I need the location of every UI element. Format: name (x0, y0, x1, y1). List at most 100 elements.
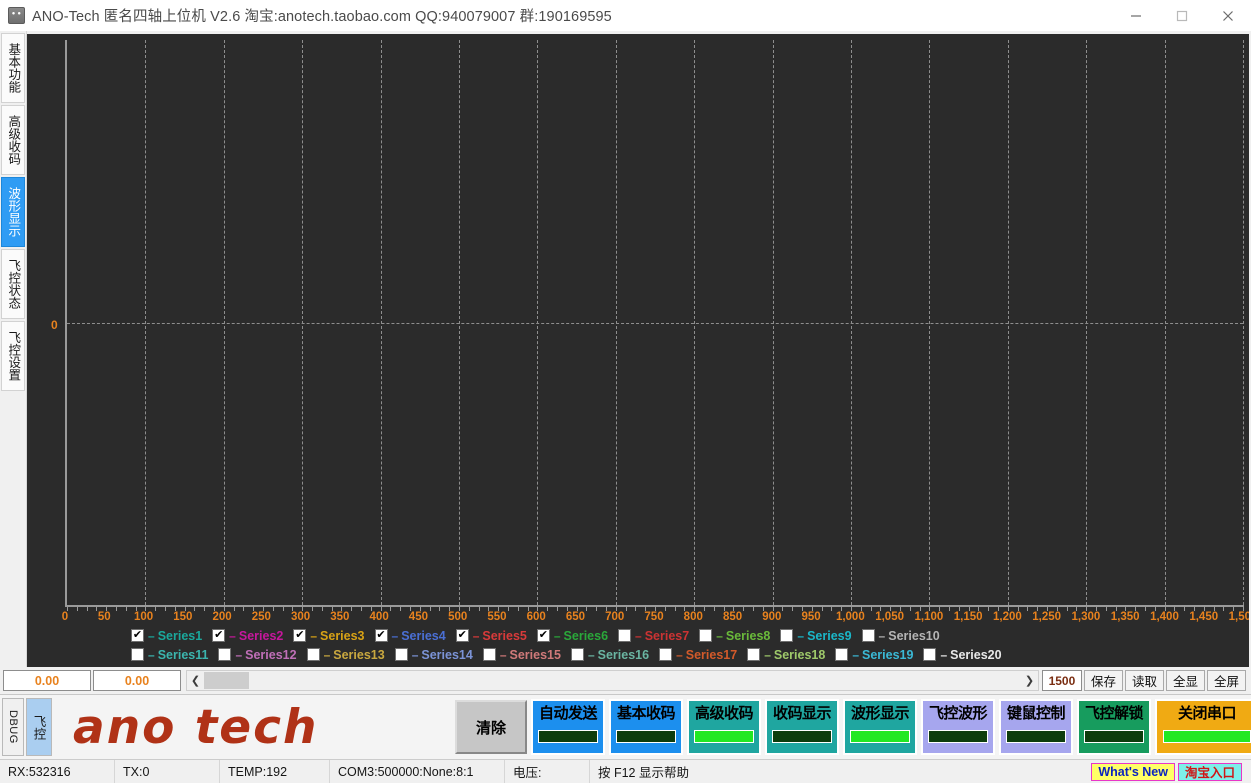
legend-item[interactable]: – Series15 (482, 647, 561, 662)
sidebar-item-3[interactable]: 飞控状态 (1, 249, 25, 319)
legend-item[interactable]: ✔ – Series4 (374, 628, 446, 643)
legend-checkbox[interactable]: ✔ (131, 629, 144, 642)
legend-item[interactable]: – Series19 (835, 648, 913, 662)
legend-color-dash: – (472, 628, 480, 643)
tab-flight-control[interactable]: 飞控 (26, 698, 52, 756)
legend-item[interactable]: ✔ – Series3 (293, 628, 365, 643)
legend-item[interactable]: – Series12 (218, 648, 297, 662)
legend-item[interactable]: – Series9 (780, 629, 852, 643)
legend-color-dash: – (764, 647, 771, 662)
legend-checkbox[interactable]: ✔ (536, 629, 550, 642)
bottom-tabs: DBUG 飞控 (0, 695, 55, 759)
legend-series-label: Series5 (482, 628, 527, 643)
fullscreen-button[interactable]: 全屏 (1206, 670, 1246, 691)
legend-item[interactable]: – Series10 (861, 629, 940, 643)
clear-button[interactable]: 清除 (455, 700, 527, 754)
legend-checkbox[interactable] (747, 648, 761, 661)
toolbar-button-2[interactable]: 高级收码 (687, 699, 761, 755)
legend-series-label: Series6 (563, 628, 609, 643)
x-axis-label: 1,500 (1228, 611, 1249, 623)
window-controls (1113, 0, 1251, 31)
cursor-value-1[interactable]: 0.00 (3, 670, 91, 691)
sidebar-item-label: 高级收码 (6, 115, 21, 165)
legend-color-dash: – (391, 628, 399, 643)
legend-item[interactable]: – Series18 (747, 648, 825, 662)
show-all-button[interactable]: 全显 (1165, 670, 1205, 691)
legend-checkbox[interactable]: ✔ (293, 629, 307, 642)
legend-checkbox[interactable]: ✔ (212, 629, 226, 642)
maximize-icon[interactable] (1159, 0, 1205, 31)
chart-horizontal-scrollbar[interactable]: ❮ ❯ (186, 670, 1039, 691)
toolbar-button-5[interactable]: 飞控波形 (921, 699, 995, 755)
sidebar-item-1[interactable]: 高级收码 (1, 105, 25, 175)
legend-checkbox[interactable] (131, 648, 144, 661)
x-axis-label: 400 (369, 611, 389, 623)
toolbar-button-7[interactable]: 飞控解锁 (1077, 699, 1151, 755)
legend-item[interactable]: – Series17 (659, 648, 737, 662)
legend-checkbox[interactable] (482, 648, 496, 661)
legend-item[interactable]: – Series13 (306, 648, 385, 662)
toolbar-button-4[interactable]: 波形显示 (843, 699, 917, 755)
chart-control-row: 0.00 0.00 ❮ ❯ 1500 保存 读取 全显 全屏 (0, 667, 1251, 694)
legend-checkbox[interactable] (780, 629, 794, 642)
legend-series-label: Series8 (725, 628, 771, 643)
window-title: ANO-Tech 匿名四轴上位机 V2.6 淘宝:anotech.taobao.… (32, 9, 612, 25)
scroll-right-icon[interactable]: ❯ (1020, 671, 1038, 690)
taobao-link[interactable]: 淘宝入口 (1177, 762, 1242, 781)
legend-checkbox[interactable] (570, 648, 584, 661)
legend-checkbox[interactable] (835, 648, 849, 661)
close-icon[interactable] (1205, 0, 1251, 31)
legend-checkbox[interactable] (306, 648, 320, 661)
bottom-toolbar: DBUG 飞控 ano tech 清除 自动发送 基本收码 高级收码 收码显示 波形显示… (0, 694, 1251, 759)
toolbar-button-6[interactable]: 键鼠控制 (999, 699, 1073, 755)
scroll-left-icon[interactable]: ❮ (187, 671, 204, 690)
legend-checkbox[interactable] (699, 629, 713, 642)
sample-count-field[interactable]: 1500 (1041, 670, 1082, 691)
legend-checkbox[interactable] (923, 648, 937, 661)
cursor-value-2[interactable]: 0.00 (93, 670, 181, 691)
legend-checkbox[interactable]: ✔ (455, 629, 469, 642)
legend-item[interactable]: – Series8 (699, 629, 770, 643)
title-bar: ANO-Tech 匿名四轴上位机 V2.6 淘宝:anotech.taobao.… (0, 0, 1251, 31)
legend-item[interactable]: – Series16 (570, 647, 649, 662)
legend-checkbox[interactable] (861, 629, 875, 642)
legend-checkbox[interactable] (659, 648, 673, 661)
legend-item[interactable]: ✔ – Series5 (455, 628, 527, 643)
toolbar-button-1[interactable]: 基本收码 (609, 699, 683, 755)
legend-item[interactable]: ✔ – Series2 (212, 629, 283, 643)
legend-series-label: Series1 (157, 628, 203, 643)
legend-item[interactable]: – Series14 (394, 648, 473, 662)
legend-item[interactable]: ✔ – Series6 (536, 628, 609, 643)
save-button[interactable]: 保存 (1083, 670, 1123, 691)
legend-color-dash: – (310, 628, 318, 643)
legend-checkbox[interactable] (618, 629, 632, 642)
legend-series-label: Series19 (862, 647, 914, 662)
legend-color-dash: – (229, 628, 236, 643)
legend-checkbox[interactable]: ✔ (374, 629, 388, 642)
legend-item[interactable]: – Series7 (618, 629, 689, 643)
toolbar-button-indicator (1006, 730, 1066, 743)
legend-color-dash: – (587, 647, 595, 662)
toolbar-button-8[interactable]: 关闭串口 (1155, 699, 1251, 755)
minimize-icon[interactable] (1113, 0, 1159, 31)
read-button[interactable]: 读取 (1124, 670, 1164, 691)
tab-dbug[interactable]: DBUG (2, 698, 24, 756)
whats-new-link[interactable]: What's New (1091, 762, 1175, 781)
waveform-chart-panel[interactable]: 0 0 50 100 150 200 250 300 350 400 450 500 550 600 65… (27, 34, 1249, 667)
legend-item[interactable]: – Series20 (923, 648, 1002, 662)
legend-color-dash: – (852, 647, 859, 662)
x-axis-label: 1,100 (914, 611, 944, 623)
sidebar-item-4[interactable]: 飞控设置 (1, 321, 25, 391)
legend-checkbox[interactable] (394, 648, 408, 661)
sidebar-item-0[interactable]: 基本功能 (1, 33, 25, 103)
legend-item[interactable]: ✔ – Series1 (131, 629, 202, 643)
toolbar-button-3[interactable]: 收码显示 (765, 699, 839, 755)
legend-item[interactable]: – Series11 (131, 648, 208, 662)
toolbar-button-label: 关闭串口 (1177, 705, 1237, 722)
scrollbar-thumb[interactable] (204, 672, 249, 689)
toolbar-button-0[interactable]: 自动发送 (531, 699, 605, 755)
sidebar-item-2[interactable]: 波形显示 (1, 177, 25, 247)
legend-color-dash: – (676, 647, 683, 662)
legend-checkbox[interactable] (218, 648, 232, 661)
legend-series-label: Series15 (509, 647, 561, 662)
